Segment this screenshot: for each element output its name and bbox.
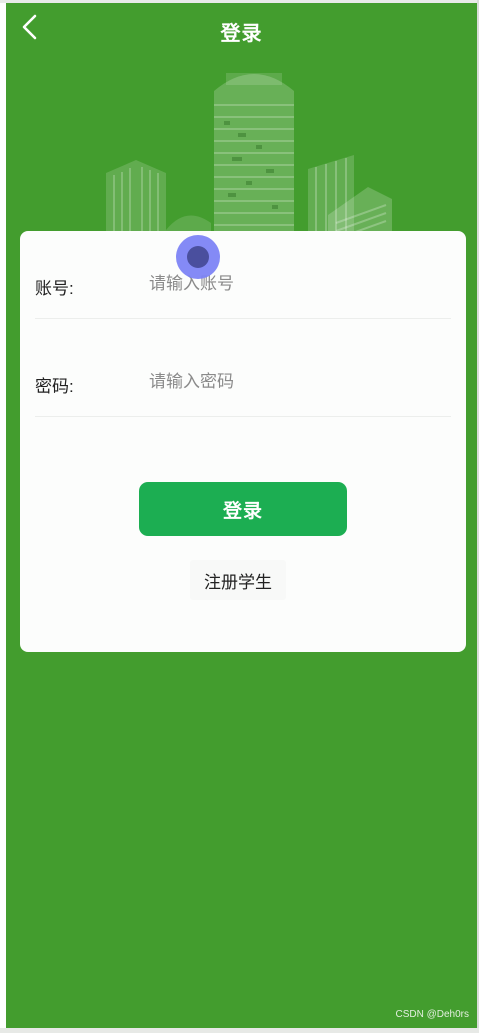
app-screen: 登录 账号: 请输入账号 密码: 登录 注册学生 CSDN @Deh0rs <box>6 3 477 1028</box>
touch-indicator-dot <box>187 246 209 268</box>
watermark: CSDN @Deh0rs <box>395 1009 469 1020</box>
header: 登录 <box>6 3 477 55</box>
account-field-row: 账号: <box>35 241 451 319</box>
city-skyline-illustration <box>106 73 392 245</box>
password-label: 密码: <box>35 377 74 396</box>
password-field-row: 密码: <box>35 339 451 417</box>
login-form-card: 账号: 密码: 登录 注册学生 <box>20 231 466 652</box>
bottom-border <box>0 1028 479 1033</box>
register-student-button[interactable]: 注册学生 <box>190 560 286 600</box>
page-title: 登录 <box>220 23 263 45</box>
account-label: 账号: <box>35 279 74 298</box>
touch-indicator <box>176 235 220 279</box>
login-button[interactable]: 登录 <box>139 482 347 536</box>
password-input[interactable] <box>149 365 439 399</box>
